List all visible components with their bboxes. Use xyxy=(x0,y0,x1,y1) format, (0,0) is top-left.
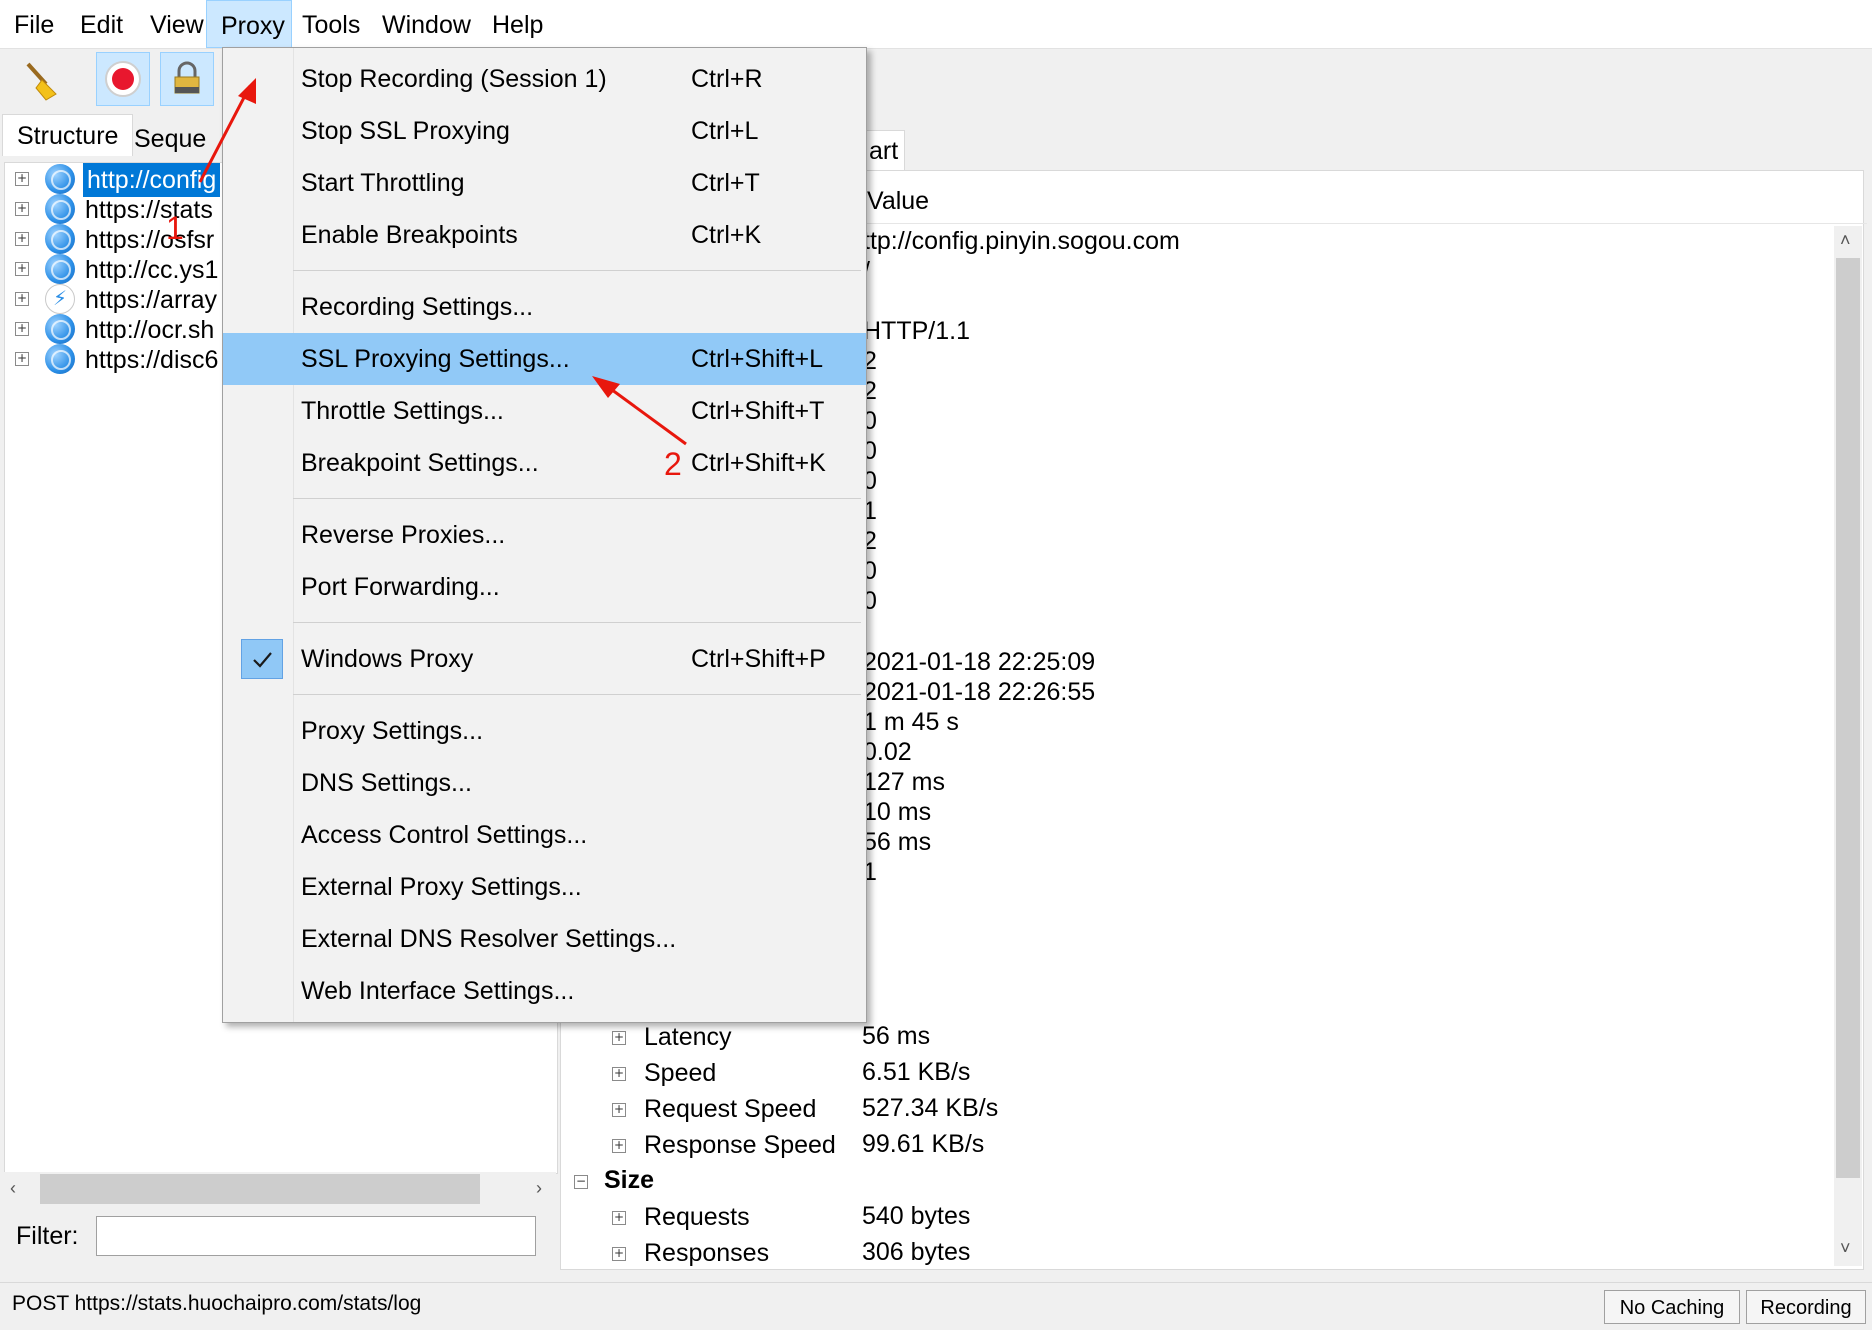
annotation-arrowhead-2 xyxy=(592,376,620,398)
annotation-arrow-1 xyxy=(198,85,252,183)
annotation-arrow-2 xyxy=(603,382,687,446)
annotation-layer xyxy=(198,78,687,446)
annotation-marker-2: 2 xyxy=(664,446,682,482)
annotation-arrowhead-1 xyxy=(238,78,256,104)
annotation-marker-1: 1 xyxy=(166,210,184,246)
